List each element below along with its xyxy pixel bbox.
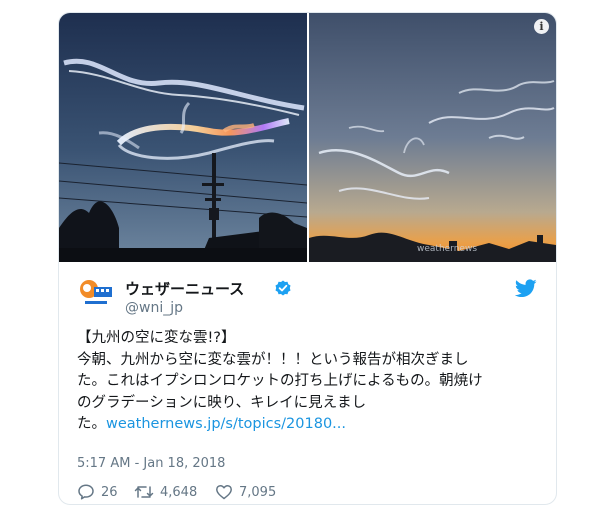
- tweet-text: 【九州の空に変な雲!?】 今朝、九州から空に変な雲が！！！という報告が相次ぎまし…: [77, 328, 547, 436]
- tweet-text-line: た。これはイプシロンロケットの打ち上げによるもの。朝焼け: [77, 373, 483, 389]
- heart-icon: [216, 484, 232, 500]
- tweet-card[interactable]: weathernews i ウェザーニュース @wni_jp 【九州の空に変な雲…: [58, 12, 557, 505]
- like-button[interactable]: 7,095: [215, 481, 276, 503]
- tweet-author[interactable]: ウェザーニュース @wni_jp: [77, 275, 537, 319]
- tweet-text-line: のグラデーションに映り、キレイに見えまし: [77, 394, 367, 411]
- retweet-button[interactable]: 4,648: [134, 481, 197, 503]
- tweet-text-line: 【九州の空に変な雲!?】: [77, 330, 236, 346]
- avatar[interactable]: [77, 275, 115, 313]
- verified-badge-icon: [275, 280, 291, 296]
- reply-icon: [78, 484, 94, 500]
- retweet-icon: [134, 486, 154, 498]
- like-count: 7,095: [239, 484, 277, 500]
- photo-right[interactable]: weathernews: [309, 13, 556, 262]
- tweet-actions: 26 4,648 7,095: [77, 481, 377, 503]
- twitter-bird-icon[interactable]: [515, 279, 537, 298]
- display-name[interactable]: ウェザーニュース: [125, 278, 244, 299]
- timestamp[interactable]: 5:17 AM - Jan 18, 2018: [77, 456, 225, 471]
- retweet-count: 4,648: [160, 484, 198, 500]
- reply-count: 26: [101, 484, 118, 500]
- tweet-text-line: た。weathernews.jp/s/topics/20180...: [77, 414, 547, 436]
- photo-left[interactable]: [59, 13, 307, 262]
- handle[interactable]: @wni_jp: [125, 300, 183, 316]
- tweet-text-line: 今朝、九州から空に変な雲が！！！という報告が相次ぎまし: [77, 351, 469, 368]
- photo-watermark: weathernews: [417, 244, 477, 254]
- info-icon[interactable]: i: [534, 19, 549, 34]
- tweet-link[interactable]: weathernews.jp/s/topics/20180...: [106, 416, 346, 432]
- tweet-text-tail: た。: [77, 416, 106, 432]
- tweet-media[interactable]: weathernews i: [59, 13, 556, 262]
- reply-button[interactable]: 26: [77, 481, 118, 503]
